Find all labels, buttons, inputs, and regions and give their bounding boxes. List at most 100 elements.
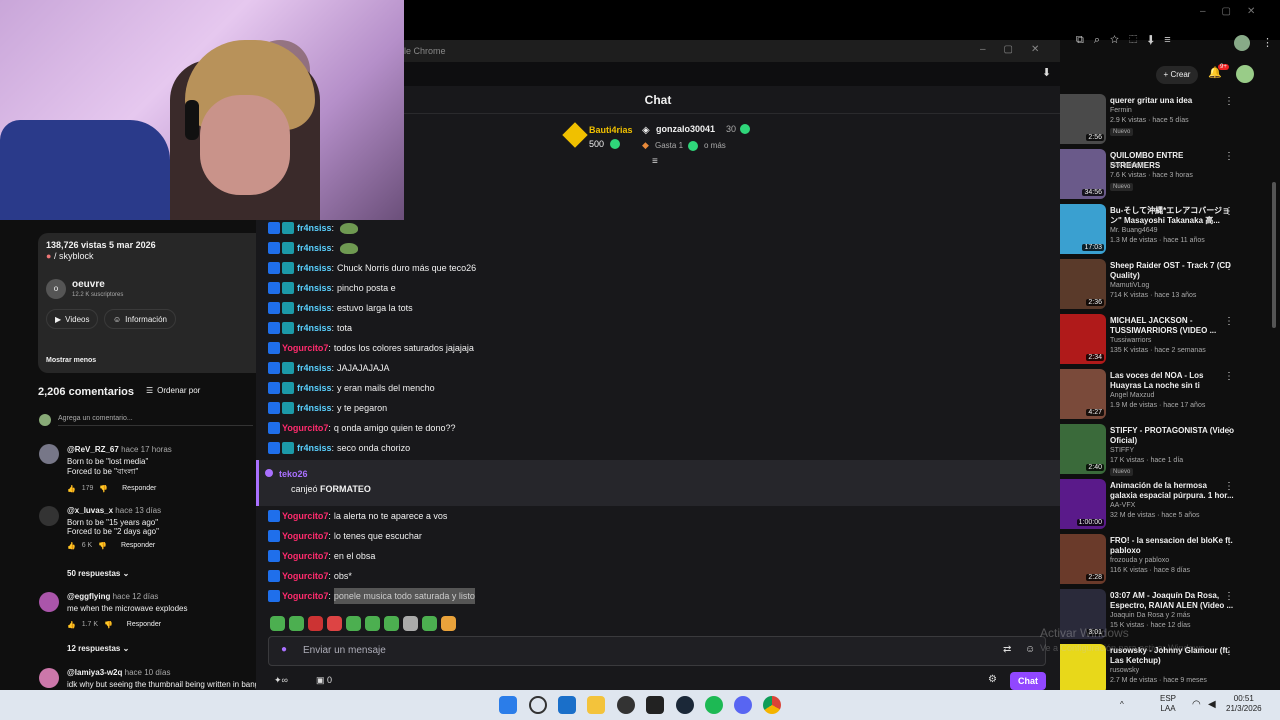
- chat-username[interactable]: Yogurcito7: [282, 528, 328, 544]
- folder-icon[interactable]: [587, 696, 605, 714]
- video-thumbnail[interactable]: 4:27: [1060, 369, 1106, 419]
- search-icon[interactable]: [529, 696, 547, 714]
- sub-badge-icon[interactable]: [282, 362, 294, 374]
- video-channel[interactable]: Angel Maxzud: [1110, 392, 1154, 399]
- like-icon[interactable]: 👍: [67, 542, 76, 550]
- emote[interactable]: [403, 616, 418, 631]
- discord-icon[interactable]: [734, 696, 752, 714]
- chat-username[interactable]: fr4nsiss: [297, 360, 332, 376]
- emote[interactable]: [308, 616, 323, 631]
- clock[interactable]: 00:51 21/3/2026: [1226, 694, 1262, 714]
- video-title[interactable]: Sheep Raider OST - Track 7 (CD Quality): [1110, 261, 1235, 281]
- reply-button[interactable]: Responder: [127, 621, 161, 629]
- windows-start-icon[interactable]: [499, 696, 517, 714]
- like-icon[interactable]: 👍: [67, 485, 76, 493]
- chat-send-button[interactable]: Chat: [1010, 672, 1046, 690]
- show-less-link[interactable]: Mostrar menos: [46, 357, 96, 364]
- chat-username[interactable]: Yogurcito7: [282, 568, 328, 584]
- badge-icon[interactable]: [268, 570, 280, 582]
- video-channel[interactable]: Joaquin Da Rosa y 2 más: [1110, 612, 1190, 619]
- video-channel[interactable]: AA-VFX: [1110, 502, 1135, 509]
- video-title[interactable]: STIFFY - PROTAGONISTA (Video Oficial): [1110, 426, 1235, 446]
- emote[interactable]: [289, 616, 304, 631]
- video-thumbnail[interactable]: 17:03: [1060, 204, 1106, 254]
- comment-user[interactable]: @x_luvas_x: [67, 506, 113, 515]
- chat-username[interactable]: fr4nsiss: [297, 400, 332, 416]
- video-channel[interactable]: Fermin: [1110, 107, 1132, 114]
- video-channel[interactable]: MamutiVLog: [1110, 282, 1149, 289]
- tray-chevron-icon[interactable]: ^: [1120, 700, 1124, 709]
- dislike-icon[interactable]: 👎: [99, 485, 108, 493]
- chat-username[interactable]: fr4nsiss: [297, 440, 332, 456]
- video-channel[interactable]: Nachoide3: [1110, 162, 1143, 169]
- dislike-icon[interactable]: 👎: [98, 542, 107, 550]
- kebab-icon[interactable]: ⋮: [1224, 536, 1234, 547]
- comment-user[interactable]: @ReV_RZ_67: [67, 445, 119, 454]
- video-title[interactable]: 03:07 AM - Joaquín Da Rosa, Espectro, RA…: [1110, 591, 1235, 611]
- video-channel[interactable]: frozouda y pabloxo: [1110, 557, 1169, 564]
- kebab-icon[interactable]: ⋮: [1224, 261, 1234, 272]
- language-indicator[interactable]: ESP LAA: [1160, 694, 1176, 714]
- video-channel[interactable]: STIFFY: [1110, 447, 1134, 454]
- sub-badge-icon[interactable]: [282, 222, 294, 234]
- video-title[interactable]: Las voces del NOA - Los Huayras La noche…: [1110, 371, 1235, 391]
- emote[interactable]: [346, 616, 361, 631]
- replies-toggle[interactable]: 50 respuestas ⌄: [67, 569, 129, 578]
- kebab-icon[interactable]: ⋮: [1224, 481, 1234, 492]
- video-description-box[interactable]: 138,726 vistas 5 mar 2026 ● / skyblock o…: [38, 233, 256, 373]
- chat-username[interactable]: fr4nsiss: [297, 380, 332, 396]
- badge-icon[interactable]: [268, 322, 280, 334]
- badge-icon[interactable]: [268, 550, 280, 562]
- emoji-icon[interactable]: ☺: [1025, 644, 1035, 655]
- badge-icon[interactable]: [268, 422, 280, 434]
- sort-button[interactable]: ☰ Ordenar por: [146, 386, 200, 395]
- add-comment-input[interactable]: Agrega un comentario...: [58, 415, 253, 426]
- window-controls[interactable]: –▢✕: [1200, 6, 1271, 17]
- info-button[interactable]: ☺ Información: [104, 309, 176, 329]
- epic-games-icon[interactable]: [646, 696, 664, 714]
- video-title[interactable]: querer gritar una idea: [1110, 96, 1235, 106]
- kebab-icon[interactable]: ⋮: [1224, 96, 1234, 107]
- kebab-icon[interactable]: ⋮: [1224, 646, 1234, 657]
- badge-icon[interactable]: [268, 242, 280, 254]
- viewer-list-icon[interactable]: ✦∞: [274, 675, 288, 686]
- emote[interactable]: [422, 616, 437, 631]
- related-video[interactable]: 2:56 querer gritar una idea ⋮ Fermin 2.9 K v…: [1060, 94, 1280, 148]
- mic-icon[interactable]: ●: [281, 644, 287, 655]
- comment-avatar[interactable]: [39, 506, 59, 526]
- channel-avatar[interactable]: o: [46, 279, 66, 299]
- chat-username[interactable]: fr4nsiss: [297, 220, 332, 236]
- sub-badge-icon[interactable]: [282, 242, 294, 254]
- replies-toggle[interactable]: 12 respuestas ⌄: [67, 644, 129, 653]
- emote[interactable]: [327, 616, 342, 631]
- spotify-icon[interactable]: [705, 696, 723, 714]
- redeem-user[interactable]: teko26: [279, 469, 308, 479]
- toolbar-icons[interactable]: ⧉⌕☆⬚⬇≡: [1076, 34, 1181, 47]
- badge-icon[interactable]: [268, 342, 280, 354]
- sub-badge-icon[interactable]: [282, 282, 294, 294]
- video-thumbnail[interactable]: 2:36: [1060, 259, 1106, 309]
- create-button[interactable]: + Crear: [1156, 66, 1198, 84]
- badge-icon[interactable]: [268, 442, 280, 454]
- video-thumbnail[interactable]: 2:28: [1060, 534, 1106, 584]
- chat-username[interactable]: Yogurcito7: [282, 548, 328, 564]
- channel-name[interactable]: oeuvre: [72, 279, 105, 290]
- comment-avatar[interactable]: [39, 444, 59, 464]
- related-video[interactable]: 17:03 Bu-そして沖縄*エレアコバージョン" Masayoshi Takan…: [1060, 204, 1280, 258]
- related-video[interactable]: 2:28 FRO! - la sensacion del bloKe ft. pa…: [1060, 534, 1280, 588]
- frog-emote-icon[interactable]: [340, 242, 359, 254]
- scrollbar[interactable]: [1272, 182, 1276, 328]
- frog-emote-icon[interactable]: [340, 222, 359, 234]
- chat-username[interactable]: Yogurcito7: [282, 508, 328, 524]
- related-video[interactable]: 2:40 STIFFY - PROTAGONISTA (Video Oficial…: [1060, 424, 1280, 478]
- comment-user[interactable]: @lamiya3-w2q: [67, 668, 122, 677]
- video-thumbnail[interactable]: 2:56: [1060, 94, 1106, 144]
- reply-button[interactable]: Responder: [121, 542, 155, 550]
- video-thumbnail[interactable]: 34:56: [1060, 149, 1106, 199]
- settings-icon[interactable]: ⚙: [988, 674, 997, 685]
- related-video[interactable]: 4:27 Las voces del NOA - Los Huayras La n…: [1060, 369, 1280, 423]
- chat-username[interactable]: fr4nsiss: [297, 280, 332, 296]
- video-channel[interactable]: Mr. Buang4649: [1110, 227, 1157, 234]
- chat-username[interactable]: fr4nsiss: [297, 260, 332, 276]
- account-avatar[interactable]: [1236, 65, 1254, 83]
